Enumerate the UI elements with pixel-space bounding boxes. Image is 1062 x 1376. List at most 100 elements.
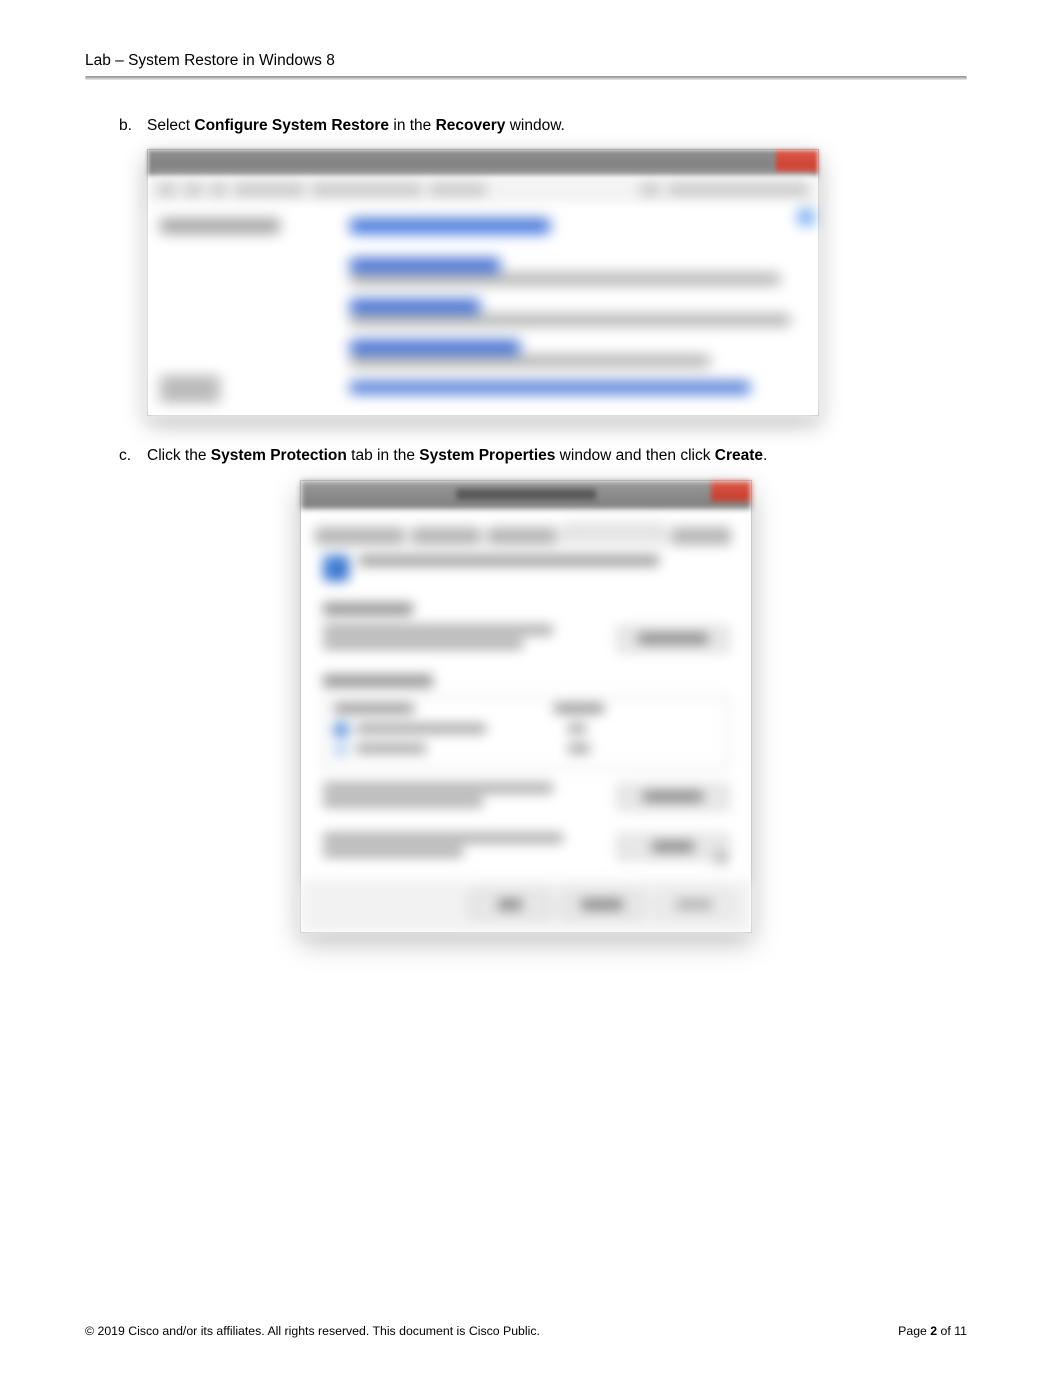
cursor-icon	[716, 849, 730, 867]
recovery-link-configure-restore[interactable]: Configure System Restore	[350, 341, 520, 353]
cancel-button[interactable]: Cancel	[561, 892, 643, 918]
dialog-title: System Properties	[456, 489, 596, 500]
configure-desc: Configure restore settings, manage disk …	[323, 783, 603, 811]
step-c-t2: System Protection	[211, 447, 347, 464]
recovery-link-create-drive[interactable]: Create a recovery drive	[350, 259, 500, 271]
disk-icon	[334, 742, 348, 756]
page-footer: © 2019 Cisco and/or its affiliates. All …	[85, 1324, 967, 1338]
create-row: Create a restore point right now for the…	[323, 833, 729, 861]
system-properties-dialog: System Properties Close Computer Name Ha…	[300, 480, 752, 933]
footer-page-prefix: Page	[898, 1324, 930, 1338]
table-row[interactable]: Local Disk (C:) (System) On	[324, 719, 728, 739]
close-icon[interactable]: Close	[776, 150, 818, 172]
step-c-t4: System Properties	[419, 447, 555, 464]
close-icon[interactable]: Close	[711, 481, 751, 501]
intro-row: Use system protection to undo unwanted s…	[323, 555, 729, 581]
figure-recovery: Recovery Close Control Panel All Control…	[147, 149, 967, 416]
step-c-t7: .	[763, 447, 767, 464]
configure-row: Configure restore settings, manage disk …	[323, 783, 729, 811]
step-c-t3: tab in the	[347, 447, 419, 464]
step-c-t6: Create	[715, 447, 763, 464]
shield-icon	[323, 555, 349, 581]
ok-button[interactable]: OK	[469, 892, 551, 918]
recovery-item: Open System Restore Undo recent system c…	[350, 300, 800, 325]
drive-name: Local Disk (C:) (System)	[356, 724, 486, 733]
breadcrumb[interactable]: Recovery	[430, 182, 486, 198]
recovery-item-desc: Change restore settings, manage disk spa…	[350, 356, 710, 366]
apply-button[interactable]: Apply	[653, 892, 735, 918]
tab-remote[interactable]: Remote	[671, 527, 731, 545]
recovery-item-desc: Undo recent system changes, but leave fi…	[350, 315, 790, 325]
protection-columns: Available Drives Protection	[324, 698, 728, 719]
step-b-letter: b.	[119, 114, 147, 137]
recovery-footer-link[interactable]: If you're having problems with your PC, …	[350, 382, 750, 393]
dialog-buttons: OK Cancel Apply	[301, 881, 751, 932]
figure-system-properties: System Properties Close Computer Name Ha…	[85, 480, 967, 933]
document-page: Lab – System Restore in Windows 8 b. Sel…	[0, 0, 1062, 1376]
recovery-body: Control Panel Home See also File History…	[148, 205, 818, 415]
step-b-t2: Configure System Restore	[194, 117, 389, 134]
sidebar-see-also: See also File History	[160, 377, 220, 401]
step-b-t3: in the	[389, 117, 436, 134]
recovery-sidebar: Control Panel Home See also File History	[148, 205, 342, 415]
page-title: Lab – System Restore in Windows 8	[85, 52, 967, 70]
step-c-t1: Click the	[147, 447, 211, 464]
step-b-t5: window.	[505, 117, 564, 134]
create-desc: Create a restore point right now for the…	[323, 833, 603, 861]
breadcrumb[interactable]: All Control Panel Items	[312, 182, 422, 198]
create-button[interactable]: Create...	[617, 834, 729, 860]
search-input[interactable]	[668, 182, 808, 198]
see-also-item[interactable]: File History	[160, 391, 220, 401]
intro-text: Use system protection to undo unwanted s…	[359, 555, 729, 566]
footer-page: Page 2 of 11	[898, 1324, 967, 1338]
protection-drives-list[interactable]: Available Drives Protection Local Disk (…	[323, 697, 729, 769]
step-c-letter: c.	[119, 444, 147, 467]
system-restore-row: You can undo system changes by reverting…	[323, 625, 729, 653]
tab-computer-name[interactable]: Computer Name	[315, 527, 405, 545]
recovery-main: Advanced recovery tools Create a recover…	[342, 205, 818, 415]
tab-hardware[interactable]: Hardware	[411, 527, 481, 545]
step-c-text: Click the System Protection tab in the S…	[147, 444, 967, 467]
back-icon[interactable]	[158, 182, 176, 198]
recovery-window: Recovery Close Control Panel All Control…	[147, 149, 819, 416]
protection-settings-label: Protection Settings	[323, 675, 433, 687]
step-b-t1: Select	[147, 117, 194, 134]
system-restore-desc: You can undo system changes by reverting…	[323, 625, 603, 653]
step-b-t4: Recovery	[436, 117, 506, 134]
sidebar-heading[interactable]: Control Panel Home	[160, 219, 280, 233]
dialog-body: Use system protection to undo unwanted s…	[301, 545, 751, 881]
recovery-address-bar[interactable]: Control Panel All Control Panel Items Re…	[148, 176, 818, 205]
drive-protection: On	[568, 724, 586, 733]
table-row[interactable]: Data (D:) Off	[324, 739, 728, 759]
refresh-icon[interactable]	[640, 182, 660, 198]
disk-icon	[334, 722, 348, 736]
tab-advanced[interactable]: Advanced	[487, 527, 557, 545]
breadcrumb[interactable]: Control Panel	[234, 182, 304, 198]
recovery-item: Configure System Restore Change restore …	[350, 341, 800, 366]
column-protection: Protection	[554, 704, 604, 713]
system-restore-label: System Restore	[323, 603, 413, 615]
system-restore-button[interactable]: System Restore...	[617, 626, 729, 652]
up-icon[interactable]	[210, 182, 226, 198]
forward-icon[interactable]	[184, 182, 202, 198]
step-c-t5: window and then click	[555, 447, 714, 464]
tab-system-protection[interactable]: System Protection	[563, 524, 665, 545]
see-also-label: See also	[160, 377, 220, 387]
recovery-link-open-restore[interactable]: Open System Restore	[350, 300, 480, 312]
step-c: c. Click the System Protection tab in th…	[119, 444, 967, 467]
footer-copyright: © 2019 Cisco and/or its affiliates. All …	[85, 1324, 540, 1338]
recovery-item-desc: Create a recovery drive to refresh or re…	[350, 274, 780, 284]
recovery-heading: Advanced recovery tools	[350, 219, 550, 233]
dialog-tabs: Computer Name Hardware Advanced System P…	[301, 509, 751, 545]
step-b-text: Select Configure System Restore in the R…	[147, 114, 967, 137]
step-b: b. Select Configure System Restore in th…	[119, 114, 967, 137]
drive-name: Data (D:)	[356, 744, 426, 753]
drive-protection: Off	[568, 744, 590, 753]
recovery-item: Create a recovery drive Create a recover…	[350, 259, 800, 284]
dialog-titlebar: System Properties Close	[301, 481, 751, 509]
configure-button[interactable]: Configure...	[617, 784, 729, 810]
title-divider	[85, 76, 967, 80]
column-drives: Available Drives	[334, 704, 414, 713]
footer-page-of: of 11	[937, 1324, 967, 1338]
recovery-titlebar: Recovery Close	[148, 150, 818, 176]
